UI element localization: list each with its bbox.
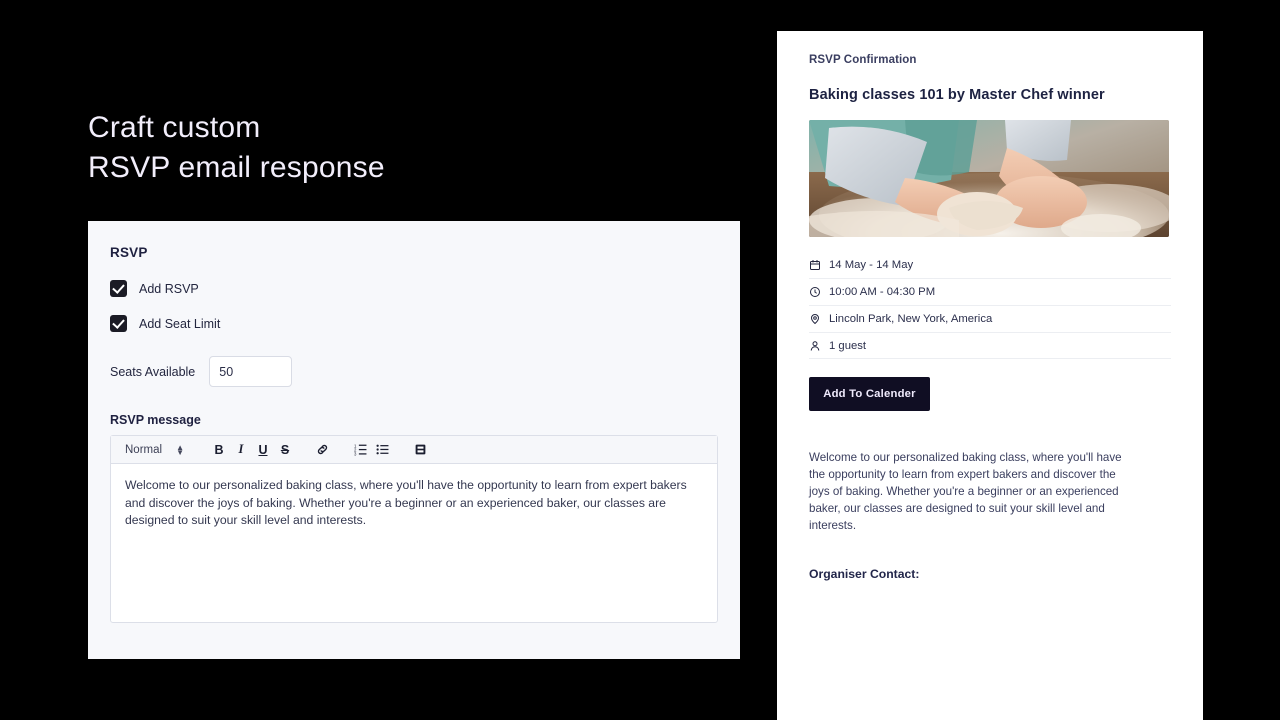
location-pin-icon (809, 313, 826, 325)
event-guests-text: 1 guest (829, 339, 867, 352)
rsvp-section-title: RSVP (110, 245, 148, 260)
rsvp-message-editor[interactable]: Normal ▲ ▼ B I U S 1 2 3 Welcome to our … (110, 435, 718, 623)
preview-description: Welcome to our personalized baking class… (809, 451, 1122, 532)
event-details-list: 14 May - 14 May 10:00 AM - 04:30 PM Linc… (809, 251, 1171, 359)
person-icon (809, 340, 826, 352)
editor-toolbar: Normal ▲ ▼ B I U S 1 2 3 (111, 436, 717, 464)
event-time-row: 10:00 AM - 04:30 PM (809, 278, 1171, 305)
format-dropdown[interactable]: Normal ▲ ▼ (117, 442, 192, 457)
svg-text:3: 3 (354, 451, 357, 456)
chevron-updown-icon: ▲ ▼ (176, 442, 184, 457)
event-location-row: Lincoln Park, New York, America (809, 305, 1171, 332)
add-seat-limit-label: Add Seat Limit (139, 316, 221, 331)
event-photo (809, 120, 1169, 237)
bold-button[interactable]: B (208, 439, 230, 461)
event-time-text: 10:00 AM - 04:30 PM (829, 286, 936, 298)
strikethrough-button[interactable]: S (274, 439, 296, 461)
page-title-line-2: RSVP email response (88, 151, 385, 184)
rsvp-form-panel: RSVP Add RSVP Add Seat Limit Seats Avail… (88, 221, 740, 659)
screen: Craft custom RSVP email response RSVP Ad… (0, 0, 1280, 720)
calendar-icon (809, 259, 826, 271)
insert-media-icon[interactable] (410, 439, 432, 461)
event-location-text: Lincoln Park, New York, America (829, 313, 993, 325)
event-date-text: 14 May - 14 May (829, 258, 914, 271)
page-title: Craft custom RSVP email response (88, 108, 385, 188)
add-rsvp-checkbox[interactable] (110, 280, 127, 297)
rsvp-message-label: RSVP message (110, 413, 201, 427)
ordered-list-icon[interactable]: 1 2 3 (350, 439, 372, 461)
add-seat-limit-checkbox[interactable] (110, 315, 127, 332)
add-to-calendar-button[interactable]: Add To Calender (809, 377, 930, 411)
link-icon[interactable] (312, 439, 334, 461)
add-rsvp-checkbox-row[interactable]: Add RSVP (110, 280, 718, 297)
organiser-contact-label: Organiser Contact: (809, 567, 920, 581)
seats-available-input[interactable] (209, 356, 293, 387)
italic-button[interactable]: I (230, 439, 252, 461)
email-preview-panel: RSVP Confirmation Baking classes 101 by … (777, 31, 1203, 720)
event-date-row: 14 May - 14 May (809, 251, 1171, 278)
underline-button[interactable]: U (252, 439, 274, 461)
rsvp-message-content[interactable]: Welcome to our personalized baking class… (111, 464, 717, 622)
clock-icon (809, 286, 826, 298)
seats-available-label: Seats Available (110, 364, 196, 379)
event-guests-row: 1 guest (809, 332, 1171, 359)
preview-kicker: RSVP Confirmation (809, 54, 917, 66)
add-rsvp-label: Add RSVP (139, 281, 199, 296)
preview-event-title: Baking classes 101 by Master Chef winner (809, 87, 1105, 103)
bullet-list-icon[interactable] (372, 439, 394, 461)
seats-available-row: Seats Available (110, 356, 718, 387)
format-dropdown-value: Normal (125, 443, 163, 456)
page-title-line-1: Craft custom (88, 111, 261, 144)
add-seat-limit-checkbox-row[interactable]: Add Seat Limit (110, 315, 718, 332)
